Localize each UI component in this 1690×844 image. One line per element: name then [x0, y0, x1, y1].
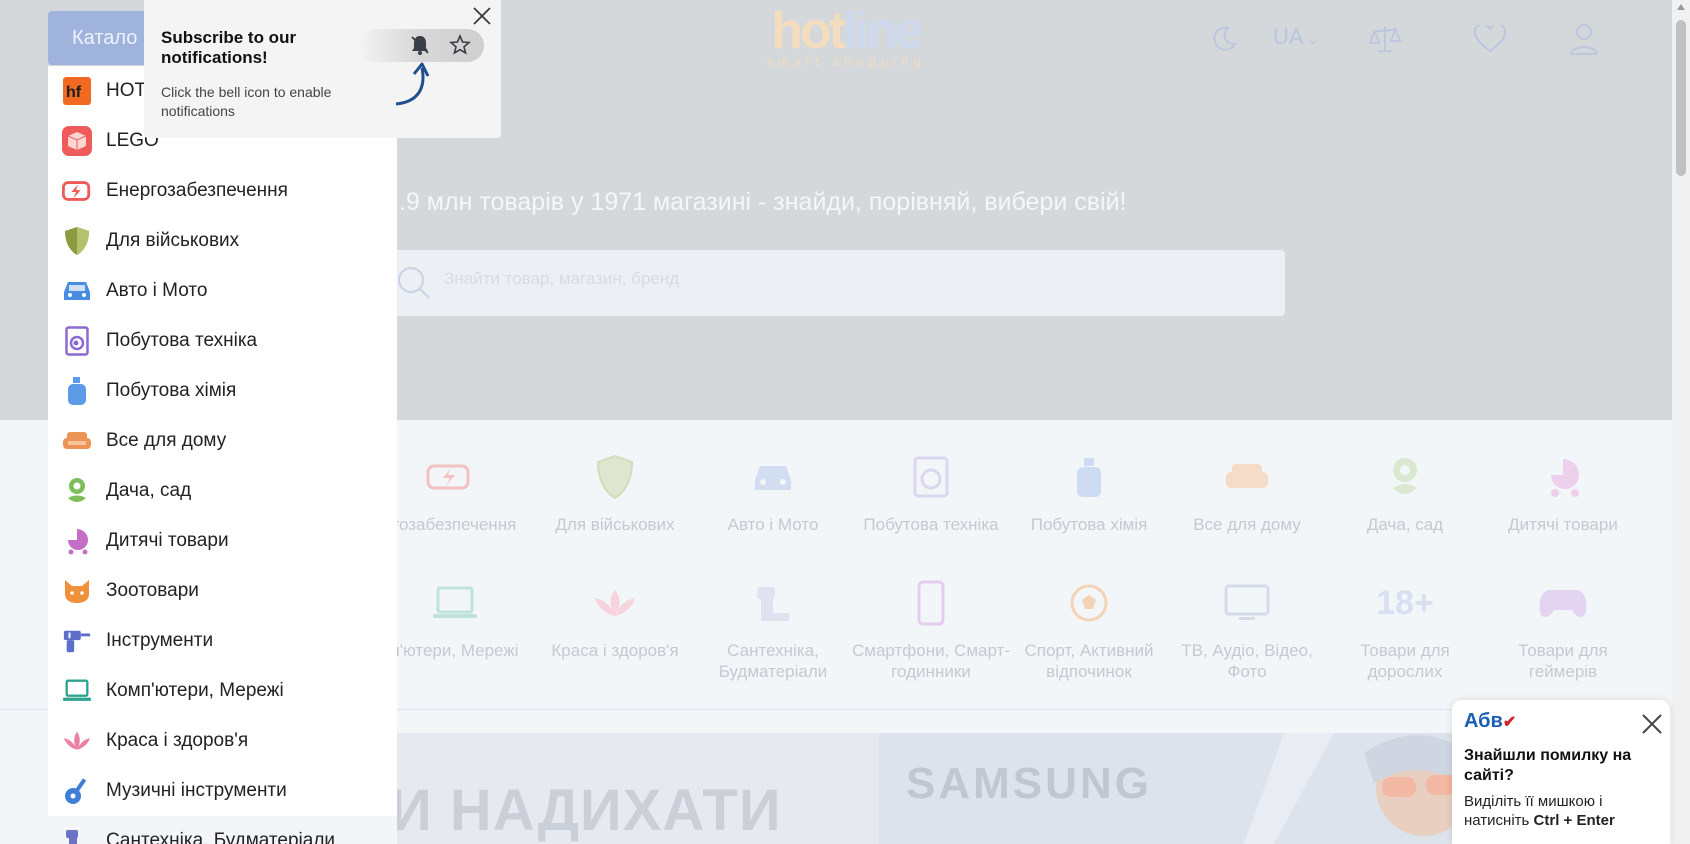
phone-icon — [852, 576, 1010, 630]
menu-item-garden[interactable]: Дача, сад — [48, 466, 397, 516]
category-tile[interactable]: Побутова техніка — [852, 450, 1010, 535]
category-tile[interactable]: ТВ, Аудіо, Відео, Фото — [1168, 576, 1326, 682]
ball-icon — [1010, 576, 1168, 630]
moon-icon[interactable] — [1207, 22, 1241, 56]
feedback-title: Знайшли помилку на сайті? — [1464, 747, 1632, 784]
search-box[interactable]: Знайти товар, магазин, бренд — [374, 250, 1285, 316]
category-tile[interactable]: 18+ Товари для дорослих — [1326, 576, 1484, 682]
adult-icon: 18+ — [1376, 583, 1434, 622]
menu-item-computers[interactable]: Комп'ютери, Мережі — [48, 666, 397, 716]
star-icon[interactable] — [449, 33, 471, 61]
user-icon[interactable] — [1567, 22, 1601, 56]
bottle-icon — [1010, 450, 1168, 504]
menu-item-pets[interactable]: Зоотовари — [48, 566, 397, 616]
search-input[interactable]: Знайти товар, магазин, бренд — [444, 269, 679, 289]
menu-item-kids[interactable]: Дитячі товари — [48, 516, 397, 566]
category-tile[interactable]: Краса і здоров'я — [536, 576, 694, 661]
hotline-logo[interactable]: hotline smart shopping — [760, 5, 932, 70]
curved-arrow-icon — [395, 62, 430, 106]
scroll-thumb[interactable] — [1676, 20, 1686, 176]
category-tile[interactable]: Сантехніка, Будматеріали — [694, 576, 852, 682]
feedback-close-icon[interactable] — [1640, 712, 1664, 736]
banner-headline: И НАДИХАТИ — [390, 778, 782, 843]
notification-description: Click the bell icon to enable notificati… — [161, 84, 332, 119]
language-selector[interactable]: UA ⌄ — [1273, 24, 1319, 50]
scrollbar[interactable] — [1672, 0, 1690, 844]
category-tile[interactable]: Побутова хімія — [1010, 450, 1168, 535]
sofa-icon — [1168, 450, 1326, 504]
category-tile[interactable]: Смартфони, Смарт-годинники — [852, 576, 1010, 682]
shortcut-hint: Ctrl + Enter — [1533, 812, 1615, 829]
menu-item-beauty[interactable]: Краса і здоров'я — [48, 716, 397, 766]
car-icon — [694, 450, 852, 504]
flower-icon — [1326, 450, 1484, 504]
error-report-widget: Абв✔ Знайшли помилку на сайті? Виділіть … — [1452, 700, 1670, 844]
feedback-text: Виділіть її мишкою і натисніть Ctrl + En… — [1464, 793, 1615, 829]
lotus-icon — [62, 726, 92, 756]
menu-item-energy[interactable]: Енергозабезпечення — [48, 166, 397, 216]
search-icon — [396, 265, 432, 306]
hero-tagline: .9 млн товарів у 1971 магазині - знайди,… — [399, 188, 1127, 216]
category-tile[interactable]: Товари для геймерів — [1484, 576, 1642, 682]
hf-icon: hf — [62, 76, 92, 106]
svg-text:hf: hf — [66, 84, 82, 101]
lego-icon — [62, 126, 92, 156]
notification-close-icon[interactable] — [470, 4, 494, 28]
promo-banner[interactable]: И НАДИХАТИ SAMSUNG — [374, 733, 1636, 844]
catalog-menu: hf HOTLINE FINANCE LEGO Енергозабезпечен… — [48, 66, 397, 844]
orphus-logo: Абв✔ — [1464, 710, 1517, 732]
category-tile[interactable]: Дача, сад — [1326, 450, 1484, 535]
cat-icon — [62, 576, 92, 606]
gamepad-icon — [1484, 576, 1642, 630]
bell-muted-icon[interactable] — [409, 34, 431, 61]
stroller-icon — [62, 526, 92, 556]
car-icon — [62, 276, 92, 306]
sofa-icon — [62, 426, 92, 456]
faucet-icon — [694, 576, 852, 630]
battery-icon — [62, 176, 92, 206]
stroller-icon — [1484, 450, 1642, 504]
menu-item-auto[interactable]: Авто і Мото — [48, 266, 397, 316]
laptop-icon — [62, 676, 92, 706]
lotus-icon — [536, 576, 694, 630]
menu-item-home[interactable]: Все для дому — [48, 416, 397, 466]
washer-icon — [62, 326, 92, 356]
flower-icon — [62, 476, 92, 506]
guitar-icon — [62, 776, 92, 806]
category-tile[interactable]: Дитячі товари — [1484, 450, 1642, 535]
category-tile[interactable]: Авто і Мото — [694, 450, 852, 535]
compare-scales-icon[interactable] — [1368, 22, 1402, 56]
washer-icon — [852, 450, 1010, 504]
menu-item-music[interactable]: Музичні інструменти — [48, 766, 397, 816]
faucet-icon — [62, 826, 92, 844]
menu-item-appliances[interactable]: Побутова техніка — [48, 316, 397, 366]
category-tile[interactable]: Спорт, Активний відпочинок — [1010, 576, 1168, 682]
menu-item-tools[interactable]: Інструменти — [48, 616, 397, 666]
category-tile[interactable]: Все для дому — [1168, 450, 1326, 535]
samsung-logo: SAMSUNG — [906, 759, 1152, 808]
shield-icon — [536, 450, 694, 504]
heart-icon[interactable] — [1473, 22, 1507, 56]
menu-item-plumbing[interactable]: Сантехніка, Будматеріали — [48, 816, 397, 844]
drill-icon — [62, 626, 92, 656]
menu-item-chemicals[interactable]: Побутова хімія — [48, 366, 397, 416]
bottle-icon — [62, 376, 92, 406]
category-tile[interactable]: Для військових — [536, 450, 694, 535]
tv-icon — [1168, 576, 1326, 630]
notification-title: Subscribe to our notifications! — [161, 28, 297, 67]
scroll-up-arrow[interactable] — [1677, 4, 1685, 10]
shield-icon — [62, 226, 92, 256]
menu-item-military[interactable]: Для військових — [48, 216, 397, 266]
